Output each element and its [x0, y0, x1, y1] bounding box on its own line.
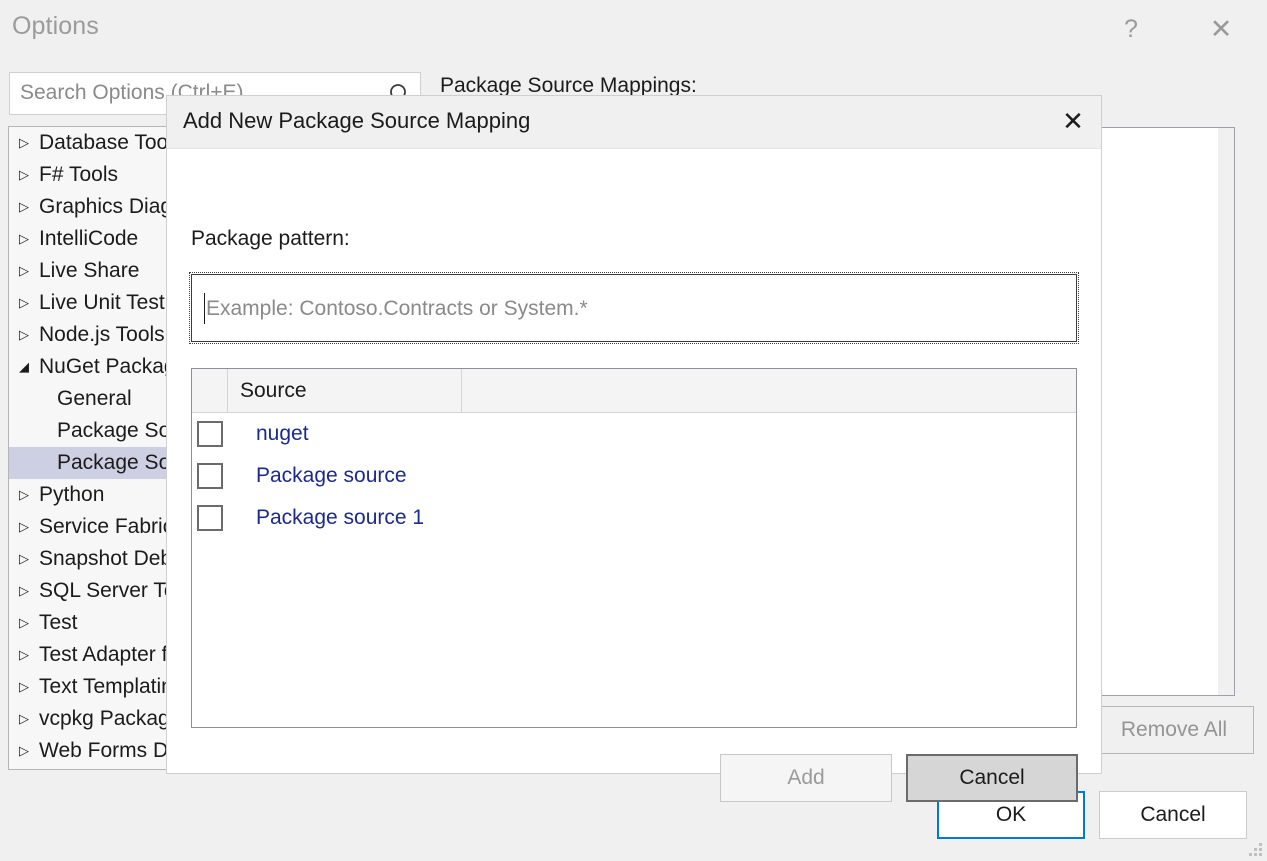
text-caret [204, 293, 205, 324]
close-icon[interactable]: ✕ [1049, 98, 1097, 144]
tree-item-label: Live Share [39, 259, 139, 283]
source-checkbox[interactable] [197, 505, 223, 531]
tree-item-label: IntelliCode [39, 227, 138, 251]
source-list-header: Source [192, 369, 1076, 413]
chevron-right-icon[interactable]: ▷ [19, 519, 39, 535]
page-title: Options [12, 12, 99, 41]
tree-item-label: Python [39, 483, 104, 507]
header-filler-column [462, 369, 1076, 412]
tree-item-label: F# Tools [39, 163, 118, 187]
help-icon[interactable]: ? [1108, 6, 1154, 52]
chevron-right-icon[interactable]: ▷ [19, 679, 39, 695]
tree-item-label: Text Templating [39, 675, 185, 699]
source-checkbox[interactable] [197, 463, 223, 489]
tree-item-label: Database Tools [39, 131, 183, 155]
chevron-right-icon[interactable]: ▷ [19, 295, 39, 311]
chevron-right-icon[interactable]: ▷ [19, 647, 39, 663]
chevron-right-icon[interactable]: ▷ [19, 263, 39, 279]
chevron-right-icon[interactable]: ▷ [19, 615, 39, 631]
screen: Options ? ✕ Search Options (Ctrl+E) ▷Dat… [0, 0, 1267, 861]
chevron-right-icon[interactable]: ▷ [19, 199, 39, 215]
source-checkbox-cell[interactable] [192, 421, 228, 447]
cancel-button[interactable]: Cancel [1099, 791, 1247, 839]
dialog-body: Package pattern: Example: Contoso.Contra… [167, 149, 1101, 775]
add-package-source-mapping-dialog: Add New Package Source Mapping ✕ Package… [166, 95, 1102, 774]
source-name: Package source [228, 464, 407, 488]
mappings-scrollbar[interactable] [1218, 128, 1234, 695]
chevron-right-icon[interactable]: ▷ [19, 743, 39, 759]
remove-all-button[interactable]: Remove All [1094, 706, 1254, 754]
source-checkbox[interactable] [197, 421, 223, 447]
tree-item-label: Test [39, 611, 78, 635]
add-button[interactable]: Add [720, 754, 892, 802]
chevron-right-icon[interactable]: ▷ [19, 167, 39, 183]
dialog-title: Add New Package Source Mapping [183, 108, 530, 134]
header-checkbox-column[interactable] [192, 369, 228, 412]
tree-item-label: General [57, 387, 132, 411]
chevron-right-icon[interactable]: ▷ [19, 551, 39, 567]
resize-grip[interactable] [1249, 843, 1263, 857]
options-titlebar: Options ? ✕ [0, 0, 1267, 62]
source-row[interactable]: Package source [192, 455, 1076, 497]
source-checkbox-cell[interactable] [192, 463, 228, 489]
chevron-right-icon[interactable]: ▷ [19, 583, 39, 599]
package-pattern-placeholder: Example: Contoso.Contracts or System.* [206, 293, 588, 324]
chevron-down-icon[interactable]: ◢ [19, 359, 39, 375]
source-checkbox-cell[interactable] [192, 505, 228, 531]
source-list[interactable]: Source nuget Package source Package source… [191, 368, 1077, 728]
package-pattern-input[interactable]: Example: Contoso.Contracts or System.* [191, 274, 1077, 342]
chevron-right-icon[interactable]: ▷ [19, 231, 39, 247]
chevron-right-icon[interactable]: ▷ [19, 327, 39, 343]
source-row[interactable]: Package source 1 [192, 497, 1076, 539]
dialog-titlebar: Add New Package Source Mapping ✕ [167, 96, 1101, 149]
source-name: Package source 1 [228, 506, 424, 530]
source-row[interactable]: nuget [192, 413, 1076, 455]
chevron-right-icon[interactable]: ▷ [19, 487, 39, 503]
close-icon[interactable]: ✕ [1198, 6, 1244, 52]
package-pattern-label: Package pattern: [191, 227, 350, 251]
tree-item-label: Node.js Tools [39, 323, 165, 347]
header-source-column[interactable]: Source [228, 369, 462, 412]
chevron-right-icon[interactable]: ▷ [19, 135, 39, 151]
dialog-cancel-button[interactable]: Cancel [906, 754, 1078, 802]
chevron-right-icon[interactable]: ▷ [19, 711, 39, 727]
source-name: nuget [228, 422, 309, 446]
